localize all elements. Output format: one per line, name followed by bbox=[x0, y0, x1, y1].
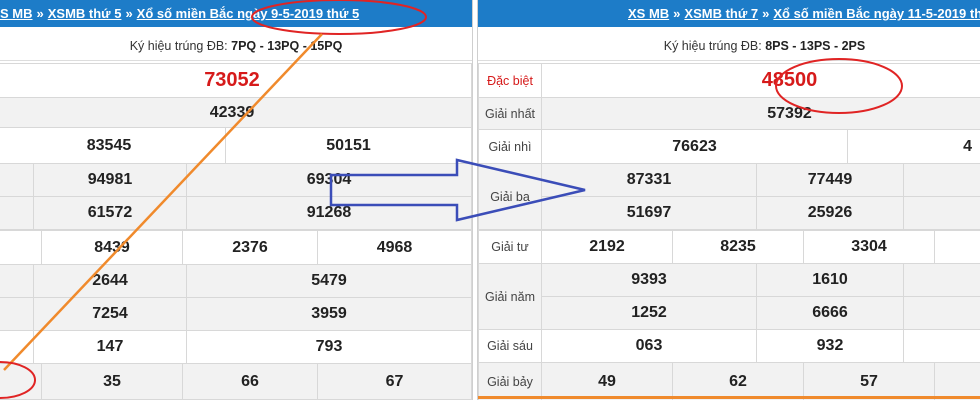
row-label-first: Giải nhất bbox=[478, 97, 542, 130]
results-table-2: Giải nhì 76623 4 bbox=[478, 129, 980, 164]
prize-value: 94981 bbox=[33, 163, 187, 197]
left-result-panel: S MB» XSMB thứ 5» Xổ số miền Bắc ngày 9-5-… bbox=[0, 0, 473, 400]
results-table: 73052 42339 bbox=[0, 63, 472, 128]
breadcrumb-link-xsmb-thu7[interactable]: XSMB thứ 7 bbox=[684, 6, 758, 21]
results-table-2: 83545 50151 bbox=[0, 127, 472, 164]
special-prize-value: 48500 bbox=[541, 63, 980, 98]
prize-value: 51697 bbox=[541, 196, 757, 230]
prize-value: 91268 bbox=[186, 196, 472, 230]
row-label-fifth: Giải năm bbox=[478, 263, 542, 330]
results-table-3: Giải ba 87331 77449 51697 25926 bbox=[478, 163, 980, 230]
prize-value: 3304 bbox=[803, 230, 935, 264]
prize-value: 57 bbox=[803, 362, 935, 400]
prize-value: 42339 bbox=[0, 97, 472, 128]
prize-value bbox=[903, 196, 980, 230]
prize-value bbox=[903, 163, 980, 197]
row-special: 73052 bbox=[0, 63, 472, 98]
breadcrumb: XS MB» XSMB thứ 7» Xổ số miền Bắc ngày 11-… bbox=[478, 0, 980, 27]
prize-value: 5479 bbox=[186, 264, 472, 298]
prize-value: 35 bbox=[41, 363, 183, 400]
row-label-special: Đặc biệt bbox=[478, 63, 542, 98]
breadcrumb-link-xsmb[interactable]: S MB bbox=[0, 6, 33, 21]
prize-value: 932 bbox=[756, 329, 904, 363]
prize-value: 793 bbox=[186, 330, 472, 364]
breadcrumb-link-date[interactable]: Xổ số miền Bắc ngày 11-5-2019 th bbox=[773, 6, 980, 21]
prize-value: 49 bbox=[541, 362, 673, 400]
special-code-label: Ký hiệu trúng ĐB: bbox=[129, 39, 228, 53]
prize-value: 4 bbox=[847, 129, 980, 164]
prize-value: 67 bbox=[317, 363, 472, 400]
prize-value bbox=[903, 296, 980, 330]
prize-value: 427 bbox=[0, 196, 34, 230]
prize-value: 3959 bbox=[186, 297, 472, 331]
prize-value: 76623 bbox=[541, 129, 848, 164]
prize-value: 2644 bbox=[33, 264, 187, 298]
results-table-4: 8439 2376 4968 bbox=[0, 230, 472, 265]
prize-value bbox=[0, 363, 42, 400]
breadcrumb-link-date[interactable]: Xổ số miền Bắc ngày 9-5-2019 thứ 5 bbox=[137, 6, 360, 21]
results-table-3: 411 94981 69304 427 61572 91268 bbox=[0, 163, 472, 230]
special-prize-value: 73052 bbox=[0, 63, 472, 98]
results-table-4: Giải tư 2192 8235 3304 bbox=[478, 230, 980, 264]
prize-value: 25926 bbox=[756, 196, 904, 230]
prize-value: 69304 bbox=[186, 163, 472, 197]
breadcrumb-link-xsmb[interactable]: XS MB bbox=[628, 6, 669, 21]
prize-value bbox=[903, 329, 980, 363]
special-code-label: Ký hiệu trúng ĐB: bbox=[663, 39, 762, 53]
row-label-seventh: Giải bảy bbox=[478, 362, 542, 400]
results-table: Đặc biệt 48500 Giải nhất 57392 bbox=[478, 63, 980, 130]
prize-value: 43 bbox=[0, 264, 34, 298]
breadcrumb: S MB» XSMB thứ 5» Xổ số miền Bắc ngày 9-5-… bbox=[0, 0, 472, 27]
row-label-third: Giải ba bbox=[478, 163, 542, 230]
prize-value bbox=[903, 263, 980, 297]
results-table-6: 35 66 67 bbox=[0, 363, 472, 400]
prize-value: 2192 bbox=[541, 230, 673, 264]
prize-value: 4968 bbox=[317, 230, 472, 265]
prize-value: 57392 bbox=[541, 97, 980, 130]
prize-value: 8235 bbox=[672, 230, 804, 264]
prize-value: 66 bbox=[182, 363, 318, 400]
row-label-sixth: Giải sáu bbox=[478, 329, 542, 363]
special-codes: 7PQ - 13PQ - 15PQ bbox=[231, 39, 343, 53]
prize-value: 50151 bbox=[225, 127, 472, 164]
prize-value: 411 bbox=[0, 163, 34, 197]
results-table-6: Giải bảy 49 62 57 bbox=[478, 362, 980, 400]
prize-value: 01 bbox=[0, 330, 34, 364]
prize-value: 77449 bbox=[756, 163, 904, 197]
prize-value: 147 bbox=[33, 330, 187, 364]
prize-value: 1610 bbox=[756, 263, 904, 297]
row-label-fourth: Giải tư bbox=[478, 230, 542, 264]
prize-value: 6666 bbox=[756, 296, 904, 330]
prize-value: 7254 bbox=[33, 297, 187, 331]
row-label-second: Giải nhì bbox=[478, 129, 542, 164]
row-first: 42339 bbox=[0, 97, 472, 128]
prize-value: 1252 bbox=[541, 296, 757, 330]
prize-value: 9393 bbox=[541, 263, 757, 297]
prize-value bbox=[934, 362, 980, 400]
prize-value: 2376 bbox=[182, 230, 318, 265]
prize-value: 87331 bbox=[541, 163, 757, 197]
results-table-5: 43 2644 5479 574 7254 3959 01 147 793 bbox=[0, 264, 472, 364]
results-table-5: Giải năm 9393 1610 1252 6666 Giải sáu 06… bbox=[478, 263, 980, 363]
prize-value: 62 bbox=[672, 362, 804, 400]
prize-value: 8439 bbox=[41, 230, 183, 265]
prize-value: 063 bbox=[541, 329, 757, 363]
prize-value: 61572 bbox=[33, 196, 187, 230]
prize-value: 574 bbox=[0, 297, 34, 331]
prize-value bbox=[934, 230, 980, 264]
bottom-accent-line bbox=[478, 396, 980, 399]
breadcrumb-link-xsmb-thu5[interactable]: XSMB thứ 5 bbox=[48, 6, 122, 21]
special-code-line: Ký hiệu trúng ĐB: 8PS - 13PS - 2PS bbox=[478, 32, 980, 61]
special-codes: 8PS - 13PS - 2PS bbox=[765, 39, 866, 53]
prize-value bbox=[0, 230, 42, 265]
prize-value: 83545 bbox=[0, 127, 226, 164]
right-result-panel: XS MB» XSMB thứ 7» Xổ số miền Bắc ngày 11-… bbox=[477, 0, 980, 400]
special-code-line: Ký hiệu trúng ĐB: 7PQ - 13PQ - 15PQ bbox=[0, 32, 472, 61]
